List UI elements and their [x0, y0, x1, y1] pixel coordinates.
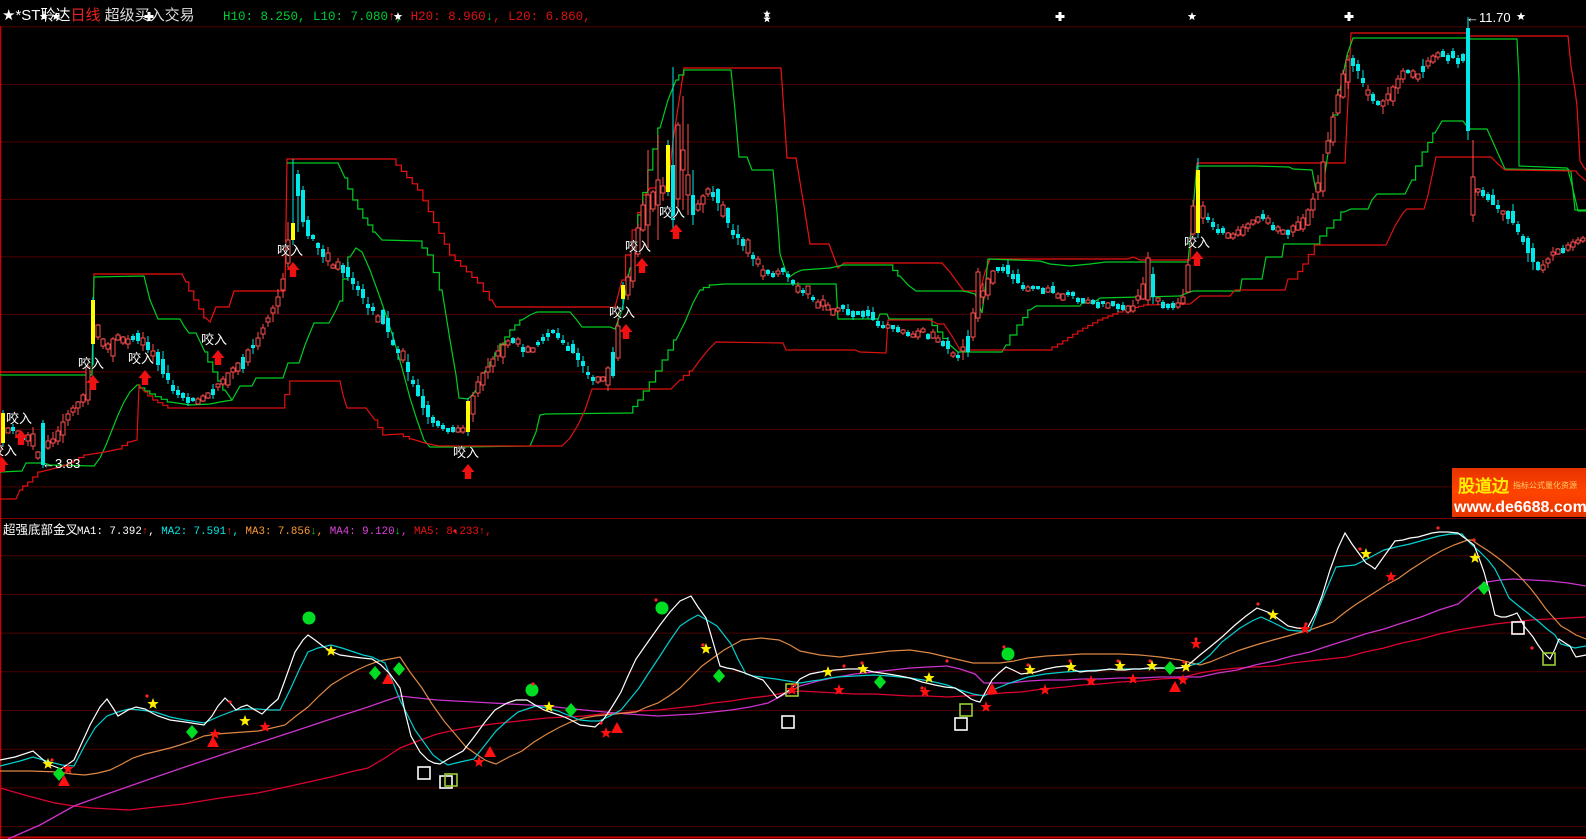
- svg-text:咬入: 咬入: [659, 205, 685, 220]
- svg-text:咬入: 咬入: [6, 411, 32, 426]
- svg-text:咬入: 咬入: [625, 239, 651, 254]
- svg-text:H10: 8.250, L10: 7.080↑, H20:: H10: 8.250, L10: 7.080↑, H20: 8.960↓, L2…: [223, 10, 591, 24]
- svg-text:咬入: 咬入: [1184, 235, 1210, 250]
- svg-text:指标公式量化资源: 指标公式量化资源: [1513, 480, 1577, 490]
- svg-text:咬入: 咬入: [78, 356, 104, 371]
- svg-text:咬入: 咬入: [609, 305, 635, 320]
- svg-text:股道边: 股道边: [1458, 476, 1510, 496]
- svg-text:←3.83: ←3.83: [42, 456, 80, 471]
- svg-text:咬入: 咬入: [277, 243, 303, 258]
- svg-text:咬入: 咬入: [201, 332, 227, 347]
- svg-text:咬入: 咬入: [128, 351, 154, 366]
- svg-text:超强底部金叉: 超强底部金叉: [3, 522, 79, 537]
- svg-text:MA1: 7.392↑, MA2: 7.591↑, MA3:: MA1: 7.392↑, MA2: 7.591↑, MA3: 7.856↓, M…: [77, 526, 492, 538]
- svg-text:★*ST聆达日线 超级买入交易: ★*ST聆达日线 超级买入交易: [2, 6, 195, 24]
- svg-text:www.de6688.com: www.de6688.com: [1453, 499, 1586, 516]
- svg-text:咬入: 咬入: [0, 443, 17, 458]
- svg-text:←11.70: ←11.70: [1466, 10, 1511, 25]
- svg-text:咬入: 咬入: [453, 445, 479, 460]
